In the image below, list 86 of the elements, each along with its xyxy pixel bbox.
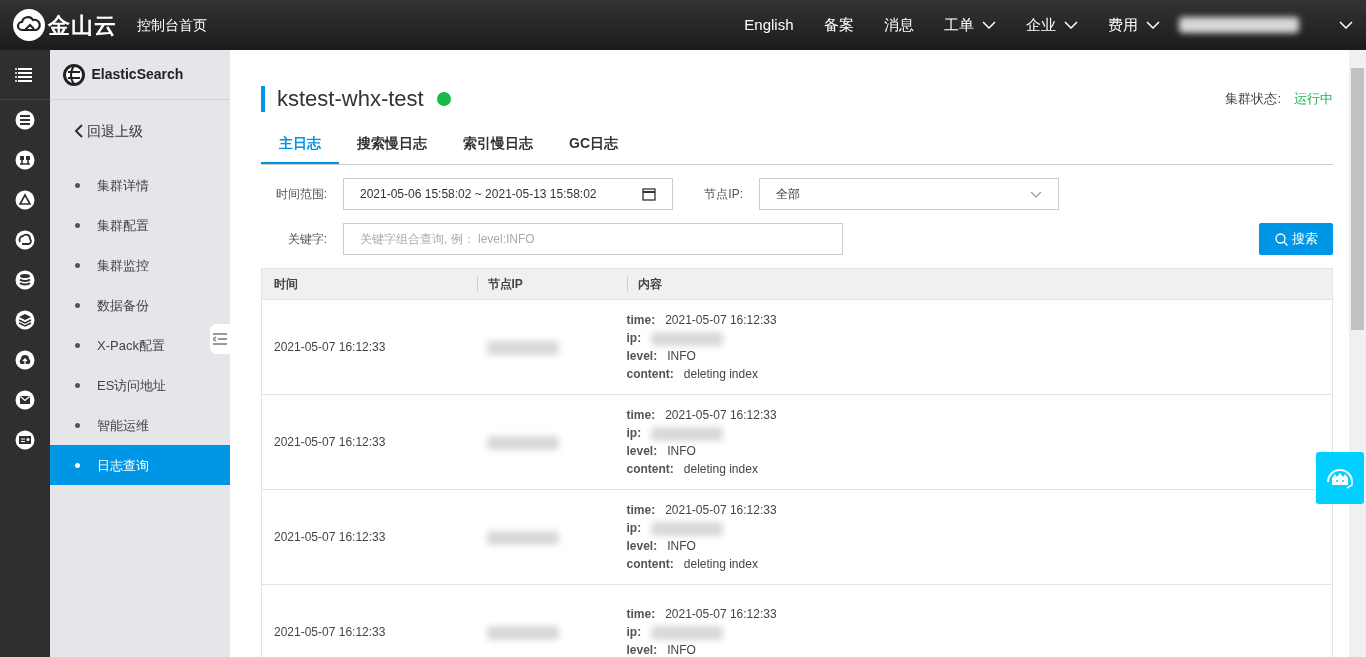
field-key: content:	[626, 367, 674, 381]
cloud-logo-icon	[13, 9, 45, 41]
field-value: INFO	[667, 349, 696, 363]
search-icon	[1274, 232, 1288, 246]
cluster-name: kstest-whx-test	[261, 86, 424, 112]
nav-dropdown[interactable]: 费用	[1107, 13, 1160, 37]
sidebar-item[interactable]: X-Pack配置	[50, 325, 208, 366]
field-value: deleting index	[683, 557, 758, 571]
chevron-left-icon	[75, 124, 83, 138]
nav-link[interactable]: English	[744, 13, 794, 37]
field-value: deleting index	[683, 462, 758, 476]
sidebar-item[interactable]: 集群配置	[50, 205, 208, 246]
globe-icon	[63, 63, 85, 86]
account-menu[interactable]	[1179, 17, 1353, 33]
field-value: deleting index	[683, 367, 758, 381]
console-home-link[interactable]: 控制台首页	[136, 14, 207, 36]
field-key: time:	[626, 503, 656, 517]
id-card-icon[interactable]	[15, 430, 35, 450]
field-label: 时间范围:	[274, 186, 327, 203]
status-value: 运行中	[1294, 90, 1333, 109]
calendar-icon	[642, 187, 656, 201]
sidebar-item[interactable]: 数据备份	[50, 285, 208, 326]
field-key: level:	[626, 444, 658, 458]
keyword-input[interactable]: 关键字组合查询, 例： level:INFO	[343, 223, 843, 255]
network-icon[interactable]	[15, 150, 35, 170]
field-key: time:	[626, 607, 656, 621]
scrollbar-thumb[interactable]	[1351, 68, 1364, 330]
nav-link[interactable]: 备案	[823, 13, 854, 37]
column-header: 时间	[274, 277, 298, 291]
scrollbar[interactable]	[1349, 50, 1366, 657]
caret-icon	[981, 21, 996, 29]
field-key: ip:	[626, 625, 642, 639]
product-title: ElasticSearch	[91, 65, 184, 84]
field-value: 2021-05-07 16:12:33	[665, 408, 777, 422]
sidebar-item[interactable]: 智能运维	[50, 405, 208, 446]
nav-dropdown[interactable]: 企业	[1025, 13, 1078, 37]
field-key: time:	[626, 313, 656, 327]
field-key: level:	[626, 539, 658, 553]
back-link[interactable]: 回退上级	[50, 100, 208, 162]
field-key: ip:	[626, 426, 642, 440]
robot-headset-icon	[1325, 466, 1355, 490]
field-key: ip:	[626, 331, 642, 345]
field-label: 节点IP:	[703, 186, 743, 203]
field-key: level:	[626, 643, 658, 657]
field-key: ip:	[626, 521, 642, 535]
field-label: 关键字:	[286, 231, 327, 248]
collapse-icon	[213, 333, 227, 345]
mail-icon[interactable]	[15, 390, 35, 410]
date-range-field[interactable]: 2021-05-06 15:58:02 ~ 2021-05-13 15:58:02	[343, 178, 673, 210]
field-key: level:	[626, 349, 658, 363]
field-value: 2021-05-07 16:12:33	[665, 313, 777, 327]
table-cell: 2021-05-07 16:12:33	[261, 489, 465, 585]
logo-text: 金山云	[48, 11, 118, 40]
table-cell: 2021-05-07 16:12:33	[261, 584, 465, 657]
tab[interactable]: 索引慢日志	[445, 125, 551, 164]
field-value: INFO	[667, 444, 696, 458]
column-header: 内容	[626, 277, 662, 291]
tab[interactable]: 搜索慢日志	[339, 125, 445, 164]
chevron-down-icon	[1030, 190, 1042, 198]
table-cell: 2021-05-07 16:12:33	[261, 394, 465, 490]
cloud-icon[interactable]	[15, 230, 35, 250]
cloud-upload-icon[interactable]	[15, 350, 35, 370]
field-value: INFO	[667, 539, 696, 553]
sidebar-item[interactable]: ES访问地址	[50, 365, 208, 406]
field-value: 2021-05-07 16:12:33	[665, 607, 777, 621]
collapse-handle[interactable]	[210, 324, 230, 354]
sidebar-item[interactable]: 集群监控	[50, 245, 208, 286]
field-value: INFO	[667, 643, 696, 657]
field-key: time:	[626, 408, 656, 422]
nav-link[interactable]: 消息	[883, 13, 914, 37]
caret-icon	[1339, 21, 1353, 29]
nav-dropdown[interactable]: 工单	[943, 13, 996, 37]
layers-icon[interactable]	[15, 310, 35, 330]
field-key: content:	[626, 462, 674, 476]
sidebar-item[interactable]: 集群详情	[50, 165, 208, 206]
server-list-icon[interactable]	[15, 110, 35, 130]
table-cell: 2021-05-07 16:12:33	[261, 299, 465, 395]
field-value: 2021-05-07 16:12:33	[665, 503, 777, 517]
database-icon[interactable]	[15, 270, 35, 290]
column-header: 节点IP	[476, 277, 523, 291]
tab[interactable]: GC日志	[551, 125, 636, 164]
caret-icon	[1145, 21, 1160, 29]
field-key: content:	[626, 557, 674, 571]
caret-icon	[1063, 21, 1078, 29]
node-ip-select[interactable]: 全部	[759, 178, 1059, 210]
status-label: 集群状态:	[1225, 90, 1281, 109]
